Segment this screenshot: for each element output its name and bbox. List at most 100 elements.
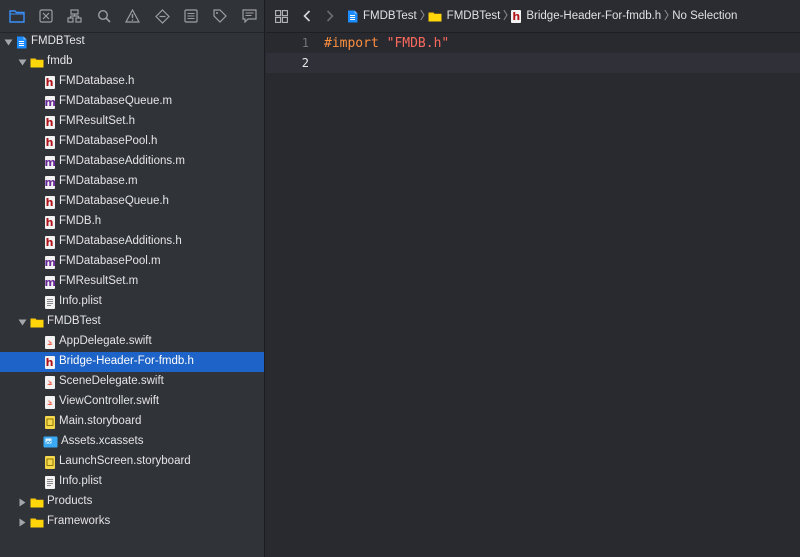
- tree-row-label: Products: [47, 495, 93, 507]
- disclosure-closed-icon[interactable]: [17, 517, 27, 527]
- storyboard-file-icon: [43, 455, 56, 469]
- header-file-icon: h: [44, 235, 55, 249]
- plist-file-icon: [43, 295, 56, 309]
- comment-icon[interactable]: [235, 0, 264, 33]
- grid-icon[interactable]: [266, 0, 296, 33]
- folder-icon: [29, 515, 44, 529]
- project-icon: [347, 10, 358, 23]
- tree-row-label: FMDB.h: [59, 215, 102, 227]
- tree-row[interactable]: LaunchScreen.storyboard: [0, 452, 264, 472]
- disclosure-open-icon[interactable]: [3, 37, 13, 47]
- disclosure-open-icon[interactable]: [17, 317, 27, 327]
- breadcrumb-separator-icon: [503, 9, 508, 24]
- tree-row[interactable]: h FMDatabase.h: [0, 72, 264, 92]
- project-navigator: FMDBTest fmdb h FMDatabase.h m FMDatabaseQueu…: [0, 0, 265, 557]
- breadcrumb-item[interactable]: FMDBTest: [347, 10, 417, 23]
- tree-row-label: FMDatabaseAdditions.h: [59, 235, 182, 247]
- source-control-icon[interactable]: [31, 0, 60, 33]
- tree-row-label: FMDatabaseQueue.m: [59, 95, 173, 107]
- warning-icon[interactable]: [118, 0, 147, 33]
- tree-row-label: ViewController.swift: [59, 395, 160, 407]
- test-diamond-icon[interactable]: [148, 0, 177, 33]
- tree-row-selected[interactable]: h Bridge-Header-For-fmdb.h: [0, 352, 264, 372]
- tree-row[interactable]: FMDBTest: [0, 32, 264, 52]
- header-file-icon: h: [44, 195, 55, 209]
- breadcrumb-label: Bridge-Header-For-fmdb.h: [526, 10, 662, 22]
- tree-row-label: FMDatabase.h: [59, 75, 135, 87]
- header-file-icon: h: [44, 355, 55, 369]
- chevron-right-icon[interactable]: [318, 0, 342, 33]
- chevron-left-icon[interactable]: [296, 0, 318, 33]
- tree-row[interactable]: FMDBTest: [0, 312, 264, 332]
- tag-icon[interactable]: [206, 0, 235, 33]
- storyboard-file-icon: [43, 415, 56, 429]
- breadcrumb: FMDBTest FMDBTest h Bridge-Header-For-fmdb.…: [347, 9, 737, 24]
- list-icon[interactable]: [177, 0, 206, 33]
- navigator-toolbar: [0, 0, 264, 33]
- asset-catalog-icon: [43, 435, 58, 449]
- tree-row[interactable]: m FMDatabase.m: [0, 172, 264, 192]
- tree-row[interactable]: AppDelegate.swift: [0, 332, 264, 352]
- tree-row-label: Bridge-Header-For-fmdb.h: [59, 355, 194, 367]
- tree-row[interactable]: Main.storyboard: [0, 412, 264, 432]
- tree-row[interactable]: m FMDatabaseQueue.m: [0, 92, 264, 112]
- tree-row[interactable]: m FMResultSet.m: [0, 272, 264, 292]
- breadcrumb-separator-icon: [420, 9, 425, 24]
- tree-row[interactable]: m FMDatabaseAdditions.m: [0, 152, 264, 172]
- breadcrumb-label: FMDBTest: [446, 10, 501, 22]
- tree-row[interactable]: Products: [0, 492, 264, 512]
- tree-row[interactable]: h FMDatabasePool.h: [0, 132, 264, 152]
- disclosure-closed-icon[interactable]: [17, 497, 27, 507]
- code-line: 1 #import "FMDB.h": [266, 33, 800, 53]
- tree-row[interactable]: h FMDatabaseAdditions.h: [0, 232, 264, 252]
- header-file-icon: h: [44, 115, 55, 129]
- line-number: 2: [301, 56, 309, 70]
- search-icon[interactable]: [89, 0, 118, 33]
- folder-icon: [29, 495, 44, 509]
- line-number: 1: [301, 36, 309, 50]
- tree-row[interactable]: SceneDelegate.swift: [0, 372, 264, 392]
- line-text: #import "FMDB.h": [324, 36, 449, 51]
- implementation-file-icon: m: [44, 275, 56, 289]
- tree-row-label: FMDatabasePool.h: [59, 135, 158, 147]
- tree-row-label: FMDBTest: [31, 35, 85, 47]
- tree-row[interactable]: Info.plist: [0, 472, 264, 492]
- tree-row[interactable]: h FMResultSet.h: [0, 112, 264, 132]
- breadcrumb-item[interactable]: h Bridge-Header-For-fmdb.h: [500, 9, 661, 24]
- tree-row[interactable]: Info.plist: [0, 292, 264, 312]
- code-editor[interactable]: 1 #import "FMDB.h" 2: [266, 33, 800, 557]
- folder-icon: [428, 11, 442, 22]
- keyword-token: #import: [324, 35, 379, 51]
- tree-row-label: FMResultSet.h: [59, 115, 136, 127]
- swift-file-icon: [43, 375, 56, 389]
- tree-row[interactable]: h FMDB.h: [0, 212, 264, 232]
- current-code-line: 2: [266, 53, 800, 73]
- tree-row-label: FMResultSet.m: [59, 275, 139, 287]
- tree-row-label: FMDatabaseAdditions.m: [59, 155, 185, 167]
- folder-icon: [29, 315, 44, 329]
- header-file-icon: h: [44, 215, 55, 229]
- folder-icon[interactable]: [2, 0, 31, 33]
- tree-row[interactable]: fmdb: [0, 52, 264, 72]
- breadcrumb-item[interactable]: No Selection: [661, 9, 737, 24]
- tree-row-label: FMDatabase.m: [59, 175, 138, 187]
- tree-row[interactable]: h FMDatabaseQueue.h: [0, 192, 264, 212]
- tree-row-label: Assets.xcassets: [61, 435, 144, 447]
- breadcrumb-label: FMDBTest: [363, 10, 417, 22]
- tree-row[interactable]: m FMDatabasePool.m: [0, 252, 264, 272]
- tree-row-label: LaunchScreen.storyboard: [59, 455, 191, 467]
- implementation-file-icon: m: [44, 255, 56, 269]
- editor-jump-bar: FMDBTest FMDBTest h Bridge-Header-For-fmdb.…: [266, 0, 800, 33]
- tree-row-label: Info.plist: [59, 475, 102, 487]
- tree-row-label: Main.storyboard: [59, 415, 142, 427]
- tree-row[interactable]: Frameworks: [0, 512, 264, 532]
- disclosure-open-icon[interactable]: [17, 57, 27, 67]
- tree-row[interactable]: ViewController.swift: [0, 392, 264, 412]
- breadcrumb-label: No Selection: [672, 10, 738, 22]
- tree-row[interactable]: Assets.xcassets: [0, 432, 264, 452]
- hierarchy-icon[interactable]: [60, 0, 89, 33]
- header-file-icon: h: [44, 135, 55, 149]
- tree-row-label: FMDatabasePool.m: [59, 255, 161, 267]
- breadcrumb-item[interactable]: FMDBTest: [417, 9, 501, 24]
- swift-file-icon: [43, 395, 56, 409]
